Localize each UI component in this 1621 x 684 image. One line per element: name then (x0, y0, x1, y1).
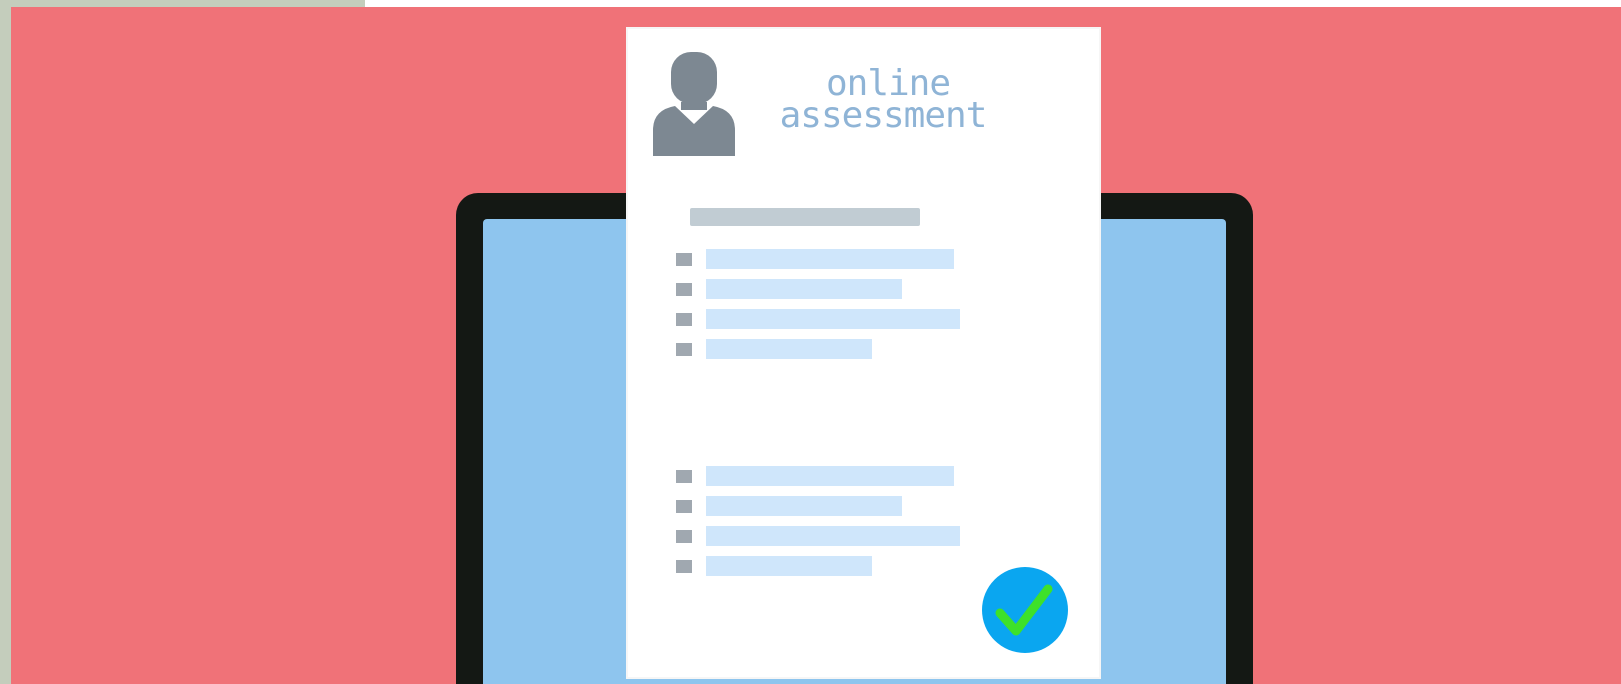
text-line-bar (706, 526, 960, 546)
text-line-bar (706, 309, 960, 329)
checklist-item (676, 309, 966, 339)
user-silhouette-icon (653, 52, 735, 156)
checklist-item (676, 496, 966, 526)
checkmark-circle-icon (982, 567, 1068, 653)
bullet-square (676, 530, 692, 543)
text-line-bar (706, 556, 872, 576)
text-line-bar (706, 249, 954, 269)
checklist-item (676, 556, 966, 586)
bullet-square (676, 500, 692, 513)
text-line-bar (706, 279, 902, 299)
top-margin-strip (0, 0, 365, 7)
checklist-item (676, 339, 966, 369)
bullet-square (676, 343, 692, 356)
document-title-line2: assessment (779, 95, 988, 137)
checklist-item (676, 279, 966, 309)
left-margin-strip (0, 0, 11, 684)
checklist-group-2 (676, 466, 966, 586)
bullet-square (676, 283, 692, 296)
bullet-square (676, 313, 692, 326)
bullet-square (676, 253, 692, 266)
bullet-square (676, 470, 692, 483)
document-title: online assessment (758, 65, 1008, 137)
text-line-bar (706, 496, 902, 516)
illustration-canvas: online assessment (0, 0, 1621, 684)
text-line-bar (706, 466, 954, 486)
bullet-square (676, 560, 692, 573)
text-line-bar (706, 339, 872, 359)
checklist-item (676, 466, 966, 496)
checklist-item (676, 526, 966, 556)
checklist-group-1 (676, 249, 966, 369)
document-heading-bar (690, 208, 920, 226)
checklist-item (676, 249, 966, 279)
